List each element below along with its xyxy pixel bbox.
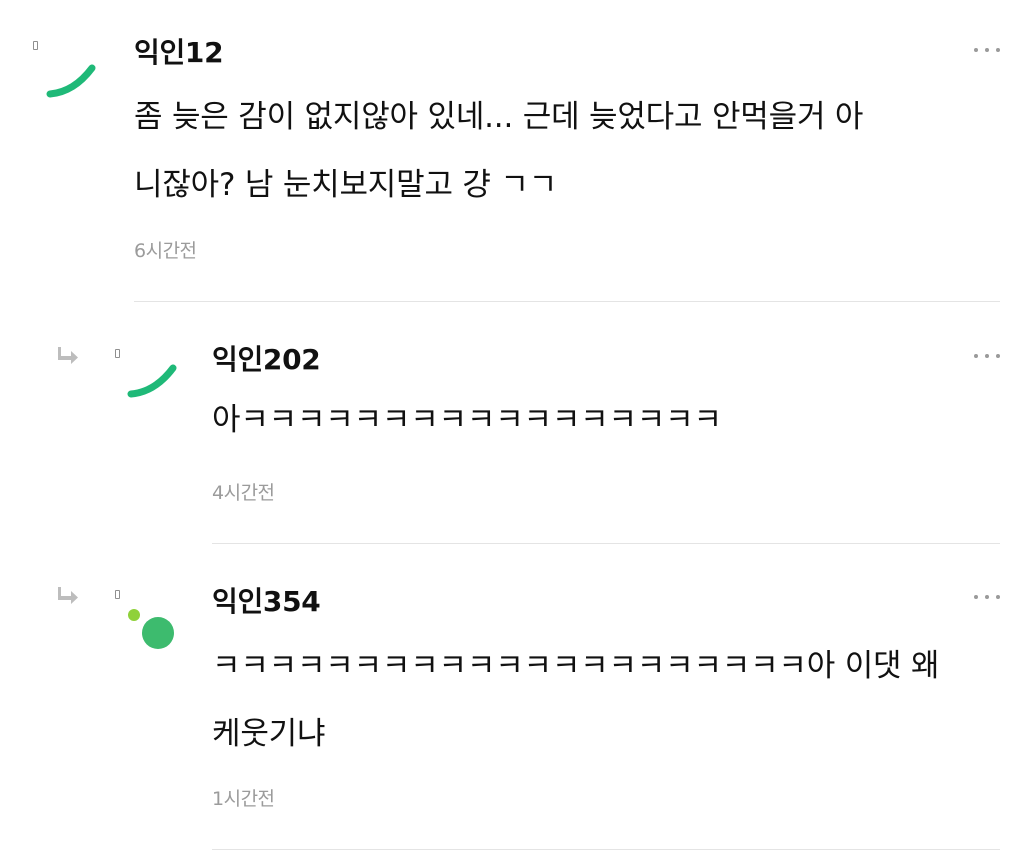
timestamp: 1시간전 xyxy=(212,788,275,810)
level-badge-icon xyxy=(115,349,120,358)
avatar[interactable] xyxy=(121,352,181,412)
more-options-button[interactable] xyxy=(974,352,1000,360)
timestamp: 4시간전 xyxy=(212,482,275,504)
comment-item: 익인202 아ㅋㅋㅋㅋㅋㅋㅋㅋㅋㅋㅋㅋㅋㅋㅋㅋㅋ 4시간전 xyxy=(0,302,1024,544)
divider xyxy=(212,849,1000,850)
level-badge-icon xyxy=(33,41,38,50)
comment-text: 아ㅋㅋㅋㅋㅋㅋㅋㅋㅋㅋㅋㅋㅋㅋㅋㅋㅋ xyxy=(212,402,722,438)
level-badge-icon xyxy=(115,590,120,599)
more-dots-icon xyxy=(974,595,978,599)
more-dots-icon xyxy=(974,48,978,52)
reply-arrow-icon xyxy=(58,347,78,364)
more-options-button[interactable] xyxy=(974,46,1000,54)
comment-item: 익인354 ㅋㅋㅋㅋㅋㅋㅋㅋㅋㅋㅋㅋㅋㅋㅋㅋㅋㅋㅋㅋㅋ아 이댓 왜 케웃기냐 1… xyxy=(0,543,1024,855)
timestamp: 6시간전 xyxy=(134,240,197,262)
comment-text: ㅋㅋㅋㅋㅋㅋㅋㅋㅋㅋㅋㅋㅋㅋㅋㅋㅋㅋㅋㅋㅋ아 이댓 왜 케웃기냐 xyxy=(212,648,940,752)
more-dots-icon xyxy=(974,354,978,358)
reply-arrow-icon xyxy=(58,587,78,604)
nickname[interactable]: 익인354 xyxy=(212,585,321,619)
more-options-button[interactable] xyxy=(974,593,1000,601)
comment-item: 익인12 좀 늦은 감이 없지않아 있네... 근데 늦었다고 안먹을거 아 니… xyxy=(0,0,1024,302)
nickname[interactable]: 익인12 xyxy=(134,36,224,70)
nickname[interactable]: 익인202 xyxy=(212,343,321,377)
avatar[interactable] xyxy=(121,602,181,662)
avatar[interactable] xyxy=(40,52,100,112)
comment-text: 좀 늦은 감이 없지않아 있네... 근데 늦었다고 안먹을거 아 니잖아? 남… xyxy=(134,99,864,203)
